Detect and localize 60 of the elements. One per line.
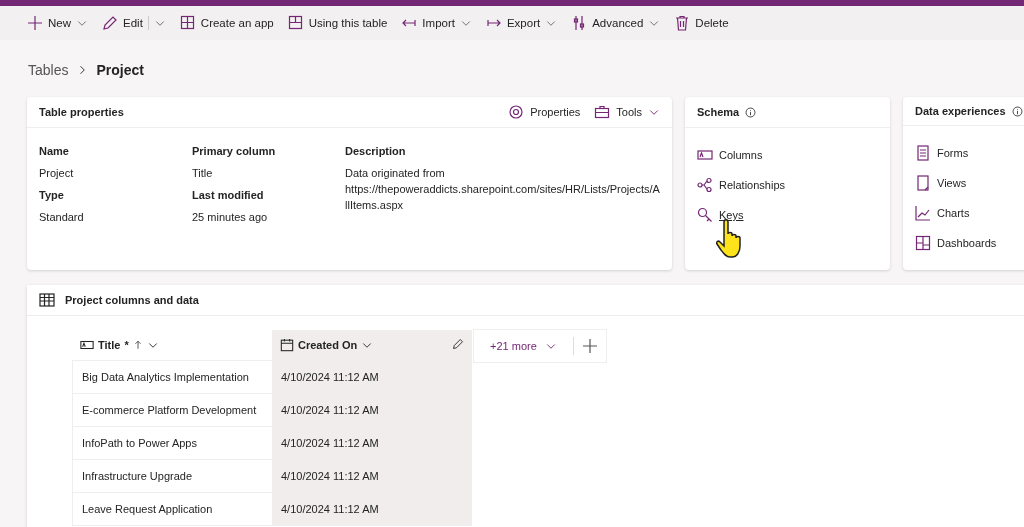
property-value: Project — [39, 166, 75, 181]
action-button[interactable]: Tools — [594, 104, 660, 120]
action-button[interactable]: Properties — [508, 104, 581, 120]
key-icon — [697, 207, 713, 223]
plus-icon — [27, 15, 43, 31]
pencil-icon — [102, 15, 118, 31]
share-nodes-icon — [697, 177, 713, 193]
experience-link[interactable]: Dashboards — [915, 234, 1024, 252]
breadcrumb-link[interactable]: Tables — [28, 62, 69, 78]
plus-icon — [581, 338, 598, 354]
toolbox-icon — [594, 104, 611, 120]
dashboard-icon — [915, 235, 931, 251]
card-title: Table properties — [39, 106, 124, 118]
table-cell: 4/10/2024 11:12 AM — [272, 427, 472, 460]
view-icon — [915, 175, 931, 191]
table-cell: 4/10/2024 11:12 AM — [272, 394, 472, 427]
toolbar-button[interactable]: Using this table — [282, 11, 393, 35]
toolbar-button[interactable]: Advanced — [566, 11, 666, 35]
info-icon — [1011, 105, 1023, 117]
toolbar-button[interactable]: Export — [480, 11, 563, 35]
form-icon — [915, 145, 931, 161]
experience-link[interactable]: Charts — [915, 204, 1024, 222]
line-chart-icon — [915, 205, 931, 221]
trash-icon — [674, 15, 691, 31]
column-header[interactable]: Created On — [272, 330, 472, 361]
panel-title: Project columns and data — [65, 294, 199, 306]
text-field-icon — [80, 338, 94, 352]
property-value: Title — [192, 166, 214, 181]
table-cell: 4/10/2024 11:12 AM — [272, 493, 472, 526]
card-title: Data experiences — [915, 105, 1006, 117]
pencil-icon — [452, 338, 464, 350]
table-icon — [39, 292, 55, 308]
column-header[interactable]: Title * — [72, 330, 272, 361]
table-icon — [287, 15, 304, 31]
toolbar-button[interactable]: Edit — [97, 11, 171, 35]
table-cell: 4/10/2024 11:12 AM — [272, 361, 472, 394]
toolbar-button[interactable]: Import — [396, 11, 477, 35]
card-title: Schema — [697, 106, 740, 118]
calendar-icon — [280, 338, 294, 352]
property-label: Type — [39, 188, 65, 203]
info-icon — [745, 106, 757, 118]
table-cell: 4/10/2024 11:12 AM — [272, 460, 472, 493]
sort-up-icon — [132, 339, 143, 351]
property-label: Name — [39, 144, 70, 159]
property-value: Data originated from https://thepoweraddicts.sharepoint.com/sites/HR/Lists/Projects/AllItems.aspx — [345, 166, 660, 213]
toolbar-button[interactable]: New — [22, 11, 93, 35]
property-value: 25 minutes ago — [192, 210, 269, 225]
text-field-icon — [697, 147, 713, 163]
toolbar-button[interactable]: Create an app — [174, 11, 279, 35]
schema-link[interactable]: Relationships — [697, 176, 878, 194]
property-label: Description — [345, 144, 407, 159]
page-title: Project — [96, 62, 144, 78]
property-label: Primary column — [192, 144, 277, 159]
toolbar-button[interactable]: Delete — [669, 11, 734, 35]
property-label: Last modified — [192, 188, 265, 203]
property-value: Standard — [39, 210, 85, 225]
experience-link[interactable]: Forms — [915, 144, 1024, 162]
required-mark: * — [124, 339, 129, 351]
experience-link[interactable]: Views — [915, 174, 1024, 192]
schema-link[interactable]: Columns — [697, 146, 878, 164]
